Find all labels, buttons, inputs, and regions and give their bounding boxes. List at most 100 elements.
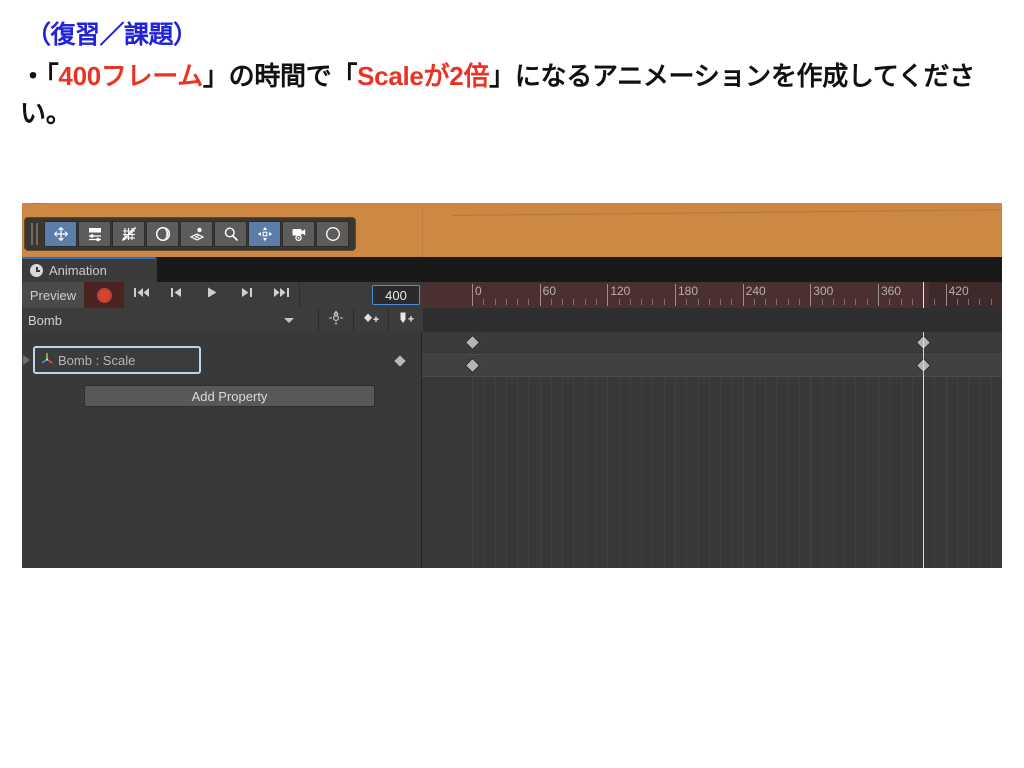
search-icon (222, 225, 240, 243)
object-row-right-filler (422, 308, 1002, 332)
dope-gridline (867, 354, 868, 568)
dope-gridline (855, 354, 856, 568)
dope-gridline (968, 354, 969, 568)
record-button[interactable] (84, 282, 125, 308)
dope-gridline (641, 354, 642, 568)
ruler-tick-minor (821, 299, 823, 305)
scene-geometry-line (422, 206, 423, 257)
preview-button[interactable]: Preview (22, 282, 85, 308)
dope-gridline (619, 354, 620, 568)
scene-view-strip (22, 203, 1002, 257)
current-frame-input[interactable]: 400 (372, 285, 420, 305)
tab-animation[interactable]: Animation (22, 257, 157, 282)
ruler-tick-minor (731, 299, 733, 305)
add-event-button[interactable] (388, 308, 423, 332)
play-button[interactable] (194, 282, 230, 308)
expand-triangle-icon[interactable] (23, 355, 30, 365)
ruler-tick-minor (596, 299, 598, 305)
dope-lane-summary[interactable] (422, 332, 1002, 354)
grid-slash-icon (120, 225, 138, 243)
dope-gridline (698, 354, 699, 568)
dope-gridline (674, 354, 676, 568)
next-keyframe-button[interactable] (229, 282, 265, 308)
previous-keyframe-button[interactable] (159, 282, 195, 308)
ruler-tick-minor (618, 299, 620, 305)
compass-tool-button[interactable] (316, 221, 349, 247)
tab-animation-label: Animation (49, 263, 107, 278)
ruler-tick-minor (968, 299, 970, 305)
property-row-scale[interactable]: Bomb : Scale (22, 346, 422, 374)
first-frame-button[interactable] (124, 282, 160, 308)
skip-to-start-icon (133, 286, 150, 304)
chevron-down-icon[interactable] (284, 318, 294, 323)
dope-gridline (495, 354, 496, 568)
layers-tool-button[interactable] (180, 221, 213, 247)
dope-gridline (528, 354, 529, 568)
dope-gridline (742, 354, 744, 568)
gizmo-move-tool-button[interactable] (248, 221, 281, 247)
playhead-line[interactable] (923, 332, 925, 568)
play-icon (205, 286, 219, 304)
last-frame-button[interactable] (264, 282, 300, 308)
ruler-tick-minor (900, 299, 902, 305)
ruler-tick-label: 360 (880, 284, 901, 298)
ruler-tick-label: 120 (610, 284, 631, 298)
target-crosshair-icon (328, 310, 344, 331)
property-name-field[interactable]: Bomb : Scale (33, 346, 201, 374)
timeline-ruler[interactable]: 0 60 120 180 240 300 360 420 (422, 282, 1002, 308)
step-back-icon (169, 286, 184, 304)
camera-icon (290, 225, 308, 243)
move-tool-button[interactable] (44, 221, 77, 247)
dope-sheet-gridlines (422, 354, 1002, 568)
ruler-tick-minor (517, 299, 519, 305)
dope-gridline (517, 354, 518, 568)
clip-dropdown[interactable]: Bomb (22, 308, 280, 332)
sphere-tool-button[interactable] (146, 221, 179, 247)
compass-icon (324, 225, 342, 243)
dope-gridline (788, 354, 789, 568)
page-title: （復習／課題） (26, 21, 198, 49)
dope-gridline (630, 354, 631, 568)
grid-snap-tool-button[interactable] (112, 221, 145, 247)
ruler-tick-label: 420 (948, 284, 969, 298)
dope-gridline (765, 354, 766, 568)
ruler-tick-label: 180 (677, 284, 699, 298)
dope-gridline (810, 354, 812, 568)
dope-gridline (686, 354, 687, 568)
scale-emphasis: Scaleが2倍 (357, 61, 490, 91)
sliders-tool-button[interactable] (78, 221, 111, 247)
dope-gridline (720, 354, 721, 568)
clock-icon (30, 264, 43, 277)
camera-tool-button[interactable] (282, 221, 315, 247)
dope-gridline (979, 354, 980, 568)
search-tool-button[interactable] (214, 221, 247, 247)
object-selector-row: Bomb (22, 308, 423, 332)
dope-sheet[interactable] (422, 332, 1002, 568)
step-forward-icon (239, 286, 254, 304)
add-property-button[interactable]: Add Property (84, 385, 375, 407)
marker-plus-icon (396, 310, 416, 331)
property-keyframe-indicator-icon[interactable] (394, 355, 406, 367)
dope-gridline (664, 354, 665, 568)
dope-gridline (483, 354, 484, 568)
filter-toggle-button[interactable] (318, 308, 353, 332)
dope-gridline (506, 354, 507, 568)
ruler-tick-minor (686, 299, 688, 305)
dope-gridline (833, 354, 834, 568)
clip-dropdown-label: Bomb (28, 312, 62, 328)
playhead-ruler-marker[interactable] (923, 282, 925, 308)
add-keyframe-button[interactable] (353, 308, 388, 332)
quote-open-1: 「 (45, 61, 59, 91)
dope-gridline (934, 354, 935, 568)
dope-gridline (472, 354, 473, 568)
dope-gridline (596, 354, 597, 568)
task-description: ・「400フレーム」の時間で「Scaleが2倍」になるアニメーションを作成してく… (20, 58, 1010, 132)
dope-gridline (776, 354, 777, 568)
quote-open-2: 「 (331, 61, 358, 91)
ruler-tick-minor (584, 299, 586, 305)
frame-count-emphasis: 400フレーム (58, 61, 203, 91)
scene-tool-overlay (24, 217, 356, 251)
ruler-tick-minor (505, 299, 507, 305)
toolbar-drag-handle[interactable] (28, 223, 40, 245)
quote-close-2: 」 (489, 61, 515, 91)
